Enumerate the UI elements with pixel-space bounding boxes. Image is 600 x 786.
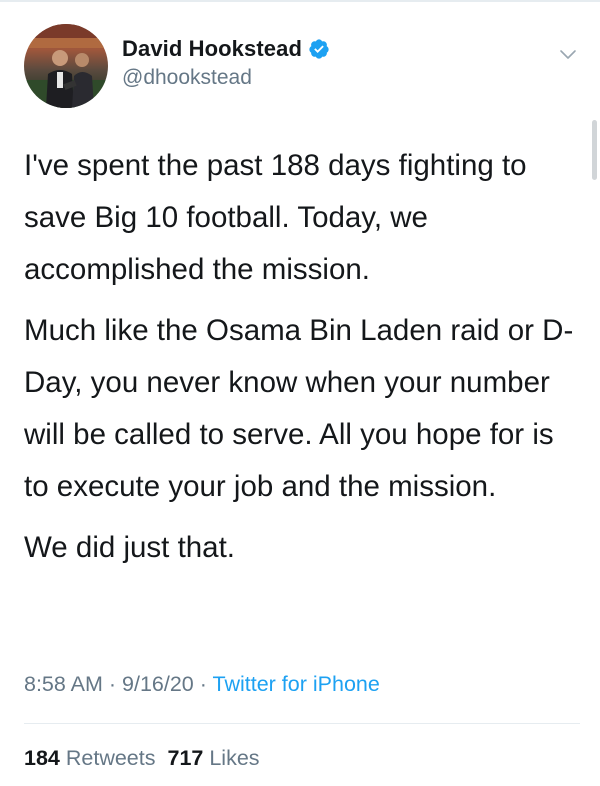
likes-label: Likes [209,746,260,770]
tweet-paragraph: We did just that. [24,531,235,564]
top-divider [0,0,600,2]
user-info: David Hookstead @dhookstead [122,34,330,90]
scrollbar[interactable] [592,120,597,180]
tweet-time[interactable]: 8:58 AM [24,672,103,696]
tweet-text: I've spent the past 188 days fighting to… [24,140,580,583]
avatar[interactable] [24,24,108,108]
likes-stat[interactable]: 717 Likes [167,746,259,770]
tweet-paragraph: I've spent the past 188 days fighting to… [24,149,527,286]
meta-separator: · [108,672,117,696]
tweet-card: David Hookstead @dhookstead [24,24,580,110]
tweet-header: David Hookstead @dhookstead [24,24,580,110]
tweet-stats: 184 Retweets 717 Likes [24,746,260,771]
verified-badge-icon [308,38,330,60]
stats-divider [24,723,580,724]
retweets-stat[interactable]: 184 Retweets [24,746,155,770]
retweets-label: Retweets [65,746,156,770]
tweet-date[interactable]: 9/16/20 [122,672,194,696]
tweet-source-link[interactable]: Twitter for iPhone [213,672,380,696]
tweet-meta: 8:58 AM · 9/16/20 · Twitter for iPhone [24,672,380,697]
chevron-down-icon[interactable] [556,42,580,66]
user-handle[interactable]: @dhookstead [122,66,330,90]
display-name[interactable]: David Hookstead [122,36,302,62]
meta-separator: · [199,672,207,696]
retweets-count: 184 [24,746,60,770]
name-row: David Hookstead [122,34,330,64]
likes-count: 717 [167,746,204,770]
tweet-paragraph: Much like the Osama Bin Laden raid or D-… [24,314,574,503]
